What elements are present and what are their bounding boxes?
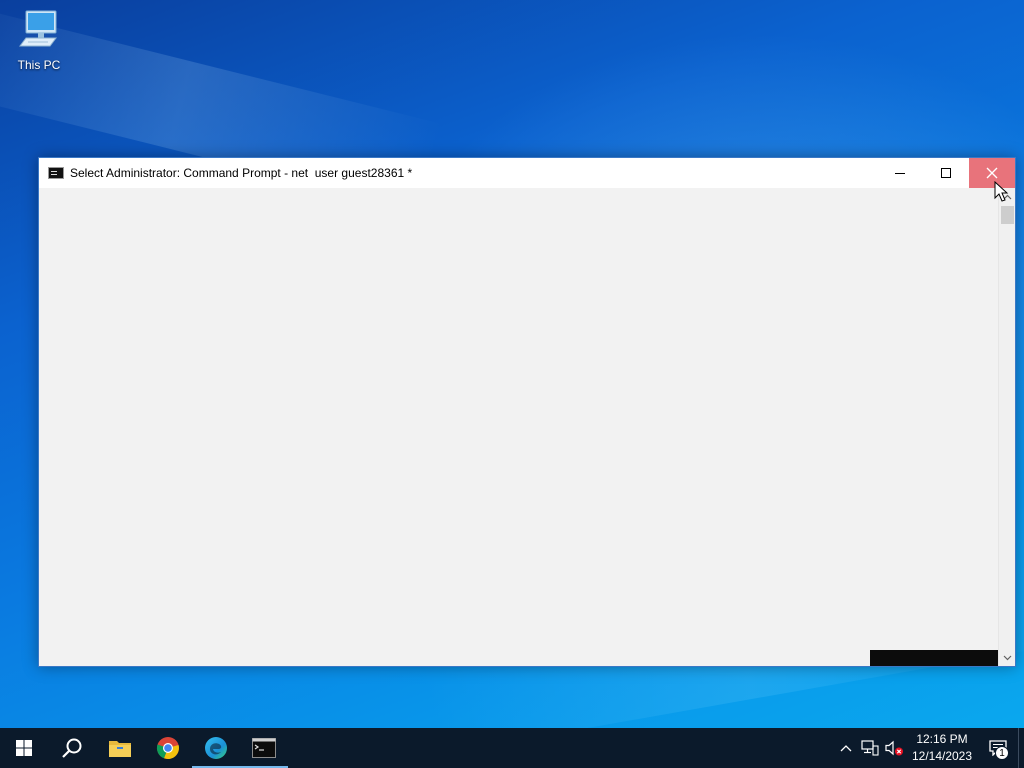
clock-date: 12/14/2023: [911, 749, 973, 763]
folder-icon: [109, 741, 131, 757]
minimize-button[interactable]: [877, 158, 923, 188]
close-icon: [986, 167, 998, 179]
command-prompt-window[interactable]: Select Administrator: Command Prompt - n…: [38, 157, 1016, 667]
system-tray: 12:16 PM 12/14/2023 1: [834, 728, 1024, 768]
desktop-icon-this-pc[interactable]: This PC: [10, 8, 68, 76]
console-selection-highlight: [870, 650, 998, 666]
window-title: Select Administrator: Command Prompt - n…: [70, 166, 413, 180]
taskbar: 12:16 PM 12/14/2023 1: [0, 728, 1024, 768]
taskbar-app-chrome[interactable]: [144, 728, 192, 768]
vertical-scrollbar[interactable]: [998, 188, 1015, 666]
desktop-icon-label: This PC: [17, 58, 61, 72]
network-icon: [861, 740, 879, 756]
chevron-down-icon: [1003, 655, 1012, 660]
volume-button[interactable]: [882, 728, 906, 768]
edge-icon: [205, 737, 227, 759]
chrome-icon: [156, 737, 179, 760]
action-center-button[interactable]: 1: [978, 728, 1018, 768]
minimize-icon: [895, 172, 905, 174]
taskbar-clock[interactable]: 12:16 PM 12/14/2023: [906, 728, 978, 768]
search-icon: [62, 738, 82, 758]
show-hidden-icons-button[interactable]: [834, 728, 858, 768]
windows-logo-icon: [16, 740, 32, 756]
taskbar-app-file-explorer[interactable]: [96, 728, 144, 768]
cmd-icon: [252, 738, 276, 758]
scroll-down-button[interactable]: [999, 649, 1016, 666]
start-button[interactable]: [0, 728, 48, 768]
chevron-up-icon: [840, 745, 852, 752]
volume-muted-icon: [885, 740, 903, 756]
clock-time: 12:16 PM: [916, 732, 968, 746]
mouse-cursor-icon: [994, 181, 1009, 202]
scrollbar-thumb[interactable]: [1001, 206, 1014, 224]
search-button[interactable]: [48, 728, 96, 768]
maximize-button[interactable]: [923, 158, 969, 188]
show-desktop-button[interactable]: [1018, 728, 1024, 768]
console-icon: [48, 167, 64, 179]
notification-count-badge: 1: [995, 746, 1009, 760]
taskbar-app-edge[interactable]: [192, 728, 240, 768]
computer-icon: [19, 10, 57, 47]
network-status-button[interactable]: [858, 728, 882, 768]
taskbar-app-command-prompt[interactable]: [240, 728, 288, 768]
console-output-area[interactable]: [39, 188, 998, 666]
window-titlebar[interactable]: Select Administrator: Command Prompt - n…: [39, 158, 1015, 188]
maximize-icon: [941, 168, 951, 178]
